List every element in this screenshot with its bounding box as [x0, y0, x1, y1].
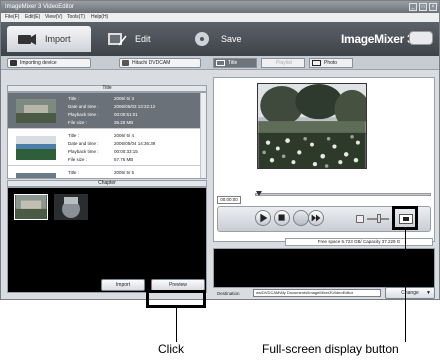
title-bar: ImageMixer 3 VideoEditor [1, 1, 439, 13]
title-list-scrollbar[interactable] [200, 93, 206, 178]
title-row[interactable]: Title : 2006/ 5/ 3 Date and time : 2006/… [8, 93, 200, 129]
maximize-icon[interactable]: □ [419, 3, 427, 11]
importing-device-label: Importing device [20, 60, 57, 66]
stop-button[interactable] [274, 210, 290, 226]
menu-view[interactable]: View(V) [45, 13, 62, 22]
brand-logo: ImageMixer 3 [341, 32, 414, 46]
tab-photo[interactable]: Photo [309, 58, 353, 68]
fullscreen-callout-box [392, 206, 418, 230]
photo-view-icon [312, 60, 321, 66]
datetime-value: 2006/05/04 14:36:39 [114, 141, 156, 146]
preview-callout-line [176, 308, 177, 342]
device-selector[interactable]: Hitachi DVDCAM [119, 58, 201, 68]
volume-handle[interactable] [377, 214, 381, 223]
field-label: Playback time : [68, 149, 99, 154]
eject-icon [122, 60, 129, 66]
field-label: Playback time : [68, 112, 99, 117]
field-label: Date and time : [68, 141, 99, 146]
film-edit-icon [108, 33, 127, 46]
record-button[interactable] [293, 210, 309, 226]
tab-playlist-label: Playlist [276, 60, 292, 66]
size-value: 57.76 MB [114, 157, 134, 162]
tab-edit-label: Edit [135, 34, 151, 44]
tab-save[interactable]: Save [183, 26, 263, 52]
minimize-icon[interactable]: _ [409, 3, 417, 11]
import-button[interactable]: Import [101, 279, 145, 291]
mode-header: Import Edit Save ImageMixer 3 [1, 22, 439, 56]
title-value: 2006/ 5/ 3 [114, 96, 135, 101]
title-list-header: Title [7, 85, 207, 92]
field-label: File size : [68, 157, 88, 162]
device-name: Hitachi DVDCAM [132, 60, 171, 66]
title-list: Title : 2006/ 5/ 3 Date and time : 2006/… [7, 92, 207, 179]
menu-edit[interactable]: Edit(E) [25, 13, 40, 22]
change-label: Change [401, 290, 419, 296]
title-thumbnail [16, 173, 56, 178]
timecode-display: 00:00:00 [217, 196, 241, 204]
playback-value: 00:00:33:15 [114, 149, 138, 154]
destination-path: ws\DVDCAM\My Documents\ImageMixer3\Video… [253, 289, 381, 297]
datetime-value: 2006/05/03 13:22:12 [114, 104, 156, 109]
title-row[interactable]: Title : 2006/ 5/ 4 Date and time : 2006/… [8, 130, 200, 166]
output-list [213, 248, 435, 288]
field-label: Title : [68, 96, 79, 101]
tab-title[interactable]: Title [213, 58, 257, 68]
chapter-panel [7, 187, 207, 293]
menu-tools[interactable]: Tools(T) [67, 13, 85, 22]
tab-save-label: Save [221, 34, 242, 44]
playback-value: 00:00:51:01 [114, 112, 138, 117]
seek-handle[interactable] [256, 191, 262, 196]
video-preview [257, 83, 367, 169]
disc-icon [195, 32, 209, 46]
field-label: Date and time : [68, 104, 99, 109]
title-value: 2006/ 5/ 5 [114, 170, 135, 175]
size-value: 39.28 MB [114, 120, 134, 125]
fullscreen-caption: Full-screen display button [262, 342, 399, 356]
click-caption: Click [158, 342, 184, 356]
fast-forward-icon [311, 214, 321, 222]
chapter-thumbnail[interactable] [54, 194, 88, 220]
tab-edit[interactable]: Edit [97, 26, 177, 52]
tab-title-label: Title [228, 60, 238, 66]
chapter-thumbnail[interactable] [14, 194, 48, 220]
tab-import[interactable]: Import [7, 26, 91, 52]
play-button[interactable] [255, 210, 271, 226]
menu-help[interactable]: Help(H) [91, 13, 108, 22]
camcorder-icon [10, 60, 17, 66]
chapter-header: Chapter [7, 180, 207, 187]
seek-bar[interactable] [255, 193, 431, 196]
title-view-icon [216, 60, 225, 66]
stop-icon [278, 214, 285, 221]
menu-file[interactable]: File(F) [5, 13, 19, 22]
change-button[interactable]: Change ▼ [385, 287, 435, 299]
close-icon[interactable]: × [429, 3, 437, 11]
camera-icon [18, 34, 36, 45]
tab-import-label: Import [45, 34, 71, 44]
field-label: File size : [68, 120, 88, 125]
preview-callout-box [146, 290, 206, 308]
field-label: Title : [68, 133, 79, 138]
free-space-indicator: Free space 6.723 GB/ Capacity 37.229 G [285, 238, 433, 246]
menu-bar: File(F) Edit(E) View(V) Tools(T) Help(H) [1, 13, 439, 22]
brand-menu-button[interactable] [409, 31, 433, 45]
importing-device-button[interactable]: Importing device [7, 58, 91, 68]
window-title: ImageMixer 3 VideoEditor [5, 4, 74, 10]
next-button[interactable] [308, 210, 324, 226]
tab-photo-label: Photo [324, 60, 338, 66]
play-icon [260, 213, 268, 223]
dropdown-arrow-icon: ▼ [426, 290, 431, 296]
destination-label: Destination [217, 291, 240, 296]
speaker-icon[interactable] [356, 215, 364, 223]
fullscreen-callout-line [405, 230, 406, 342]
field-label: Title : [68, 170, 79, 175]
title-thumbnail [16, 99, 56, 123]
title-value: 2006/ 5/ 4 [114, 133, 135, 138]
app-window: ImageMixer 3 VideoEditor _ □ × File(F) E… [0, 0, 440, 300]
tab-playlist[interactable]: Playlist [261, 58, 305, 68]
source-toolbar: Importing device Hitachi DVDCAM Title Pl… [1, 56, 439, 70]
title-thumbnail [16, 136, 56, 160]
title-row[interactable]: Title : 2006/ 5/ 5 [8, 167, 200, 178]
